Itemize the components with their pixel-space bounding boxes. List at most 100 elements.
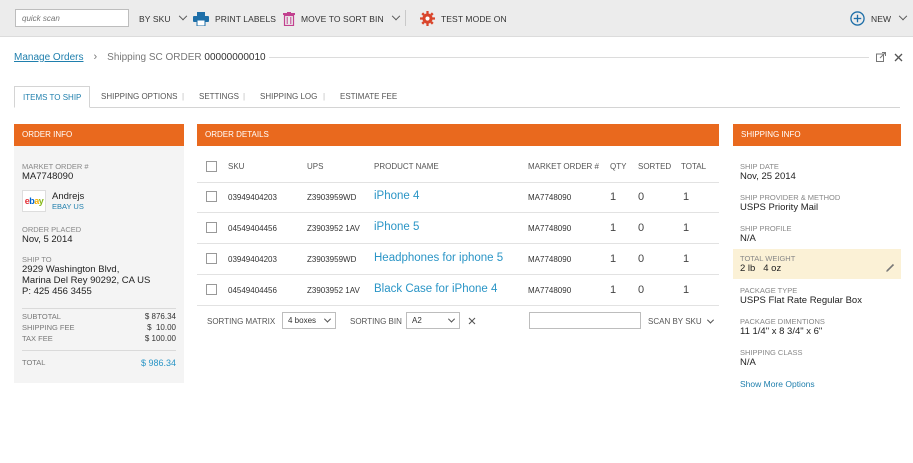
breadcrumb-manage-orders-link[interactable]: Manage Orders	[14, 52, 83, 63]
tax-fee-value: $ 100.00	[144, 334, 176, 343]
order-info-panel: ORDER INFO MARKET ORDER # MA7748090 ebay…	[14, 124, 184, 383]
by-sku-dropdown[interactable]: BY SKU	[139, 0, 187, 37]
edit-pencil-icon[interactable]	[886, 263, 895, 272]
breadcrumb-order-number: 00000000010	[204, 51, 266, 63]
breadcrumb-divider	[269, 57, 869, 58]
trash-bin-icon	[283, 11, 295, 26]
by-sku-label: BY SKU	[139, 13, 171, 24]
breadcrumb: Manage Orders › Shipping SC ORDER 000000…	[14, 51, 266, 63]
move-to-sort-bin-label: MOVE TO SORT BIN	[301, 13, 384, 24]
tax-fee-label: TAX FEE	[22, 334, 53, 343]
tab-separator: |	[182, 92, 185, 101]
move-to-sort-bin-button[interactable]: MOVE TO SORT BIN	[283, 0, 400, 37]
breadcrumb-chevron-right-icon: ›	[93, 51, 98, 63]
row-product-link[interactable]: Black Case for iPhone 4	[374, 283, 497, 295]
row-market-order: MA7748090	[528, 255, 572, 264]
row-sorted: 0	[638, 191, 645, 203]
scan-input[interactable]	[529, 312, 641, 329]
ship-to-block: SHIP TO 2929 Washington Blvd, Marina Del…	[22, 255, 150, 297]
top-toolbar: BY SKU PRINT LABELS MOVE TO SORT BIN	[0, 0, 913, 37]
select-all-checkbox[interactable]	[206, 161, 217, 172]
ship-to-line2: Marina Del Rey 90292, CA US	[22, 275, 151, 286]
tab-shipping-options[interactable]: SHIPPING OPTIONS	[101, 86, 177, 108]
ship-date-value: Nov, 25 2014	[740, 171, 796, 182]
row-total: 1	[683, 284, 690, 296]
tab-items-to-ship[interactable]: ITEMS TO SHIP	[14, 86, 91, 108]
channel-link[interactable]: EBAY US	[52, 202, 84, 211]
column-header-qty: QTY	[610, 162, 627, 171]
order-placed-value: Nov, 5 2014	[22, 234, 73, 245]
row-divider	[197, 305, 719, 306]
total-weight-value: 2 lb 4 oz	[740, 263, 782, 274]
sorting-matrix-label: SORTING MATRIX	[207, 317, 276, 326]
tab-settings[interactable]: SETTINGS	[199, 86, 239, 108]
total-value: $ 986.34	[140, 358, 176, 368]
row-divider	[197, 182, 719, 183]
order-info-title: ORDER INFO	[14, 124, 184, 146]
row-sorted: 0	[638, 222, 645, 234]
sorting-bin-select[interactable]: A2	[406, 312, 460, 329]
clear-bin-icon[interactable]	[468, 317, 476, 325]
quick-scan-input[interactable]	[15, 9, 129, 27]
shipping-fee-row: SHIPPING FEE $ 10.00	[22, 323, 176, 332]
row-divider	[197, 212, 719, 213]
new-label: NEW	[871, 13, 892, 24]
sorting-matrix-select[interactable]: 4 boxes	[282, 312, 336, 329]
test-mode-button[interactable]: TEST MODE ON	[420, 0, 507, 37]
tab-estimate-fee[interactable]: ESTIMATE FEE	[340, 86, 397, 108]
shipping-class-value: N/A	[740, 357, 756, 368]
row-divider	[197, 274, 719, 275]
ship-provider-value: USPS Priority Mail	[740, 202, 819, 213]
gear-icon	[420, 11, 435, 26]
row-checkbox[interactable]	[206, 284, 217, 295]
package-type-label: PACKAGE TYPE	[740, 286, 798, 295]
market-order-label: MARKET ORDER #	[22, 162, 89, 171]
row-sorted: 0	[638, 284, 645, 296]
row-market-order: MA7748090	[528, 193, 572, 202]
shipping-fee-label: SHIPPING FEE	[22, 323, 75, 332]
new-dropdown[interactable]: NEW	[850, 0, 908, 37]
shipping-class-label: SHIPPING CLASS	[740, 348, 803, 357]
row-total: 1	[683, 253, 690, 265]
row-checkbox[interactable]	[206, 222, 217, 233]
customer-block: ebay Andrejs EBAY US	[22, 190, 84, 212]
total-label: TOTAL	[22, 358, 46, 367]
row-product-link[interactable]: iPhone 4	[374, 190, 419, 202]
row-sku: 04549404456	[228, 224, 277, 233]
subtotal-row: SUBTOTAL $ 876.34	[22, 312, 176, 321]
ship-date-block: SHIP DATE Nov, 25 2014	[740, 162, 796, 182]
chevron-down-icon	[706, 316, 714, 324]
order-details-panel: ORDER DETAILS SKU UPS PRODUCT NAME MARKE…	[197, 124, 719, 342]
row-checkbox[interactable]	[206, 253, 217, 264]
row-sku: 03949404203	[228, 255, 277, 264]
order-placed-block: ORDER PLACED Nov, 5 2014	[22, 225, 81, 245]
ship-profile-value: N/A	[740, 233, 756, 244]
scan-by-label: SCAN BY SKU	[648, 317, 702, 326]
row-checkbox[interactable]	[206, 191, 217, 202]
show-more-options-link[interactable]: Show More Options	[740, 379, 815, 389]
row-product-link[interactable]: Headphones for iphone 5	[374, 252, 503, 264]
tab-separator: |	[243, 92, 246, 101]
tab-shipping-log[interactable]: SHIPPING LOG	[260, 86, 317, 108]
external-link-icon[interactable]	[876, 52, 886, 62]
tax-fee-row: TAX FEE $ 100.00	[22, 334, 176, 343]
print-labels-button[interactable]: PRINT LABELS	[193, 0, 276, 37]
close-icon[interactable]	[894, 53, 903, 62]
plus-circle-icon	[850, 11, 865, 26]
ship-to-line1: 2929 Washington Blvd,	[22, 264, 120, 275]
shipping-class-block: SHIPPING CLASS N/A	[740, 348, 803, 368]
toolbar-divider	[405, 10, 406, 26]
row-sorted: 0	[638, 253, 645, 265]
chevron-down-icon	[178, 11, 187, 20]
row-market-order: MA7748090	[528, 224, 572, 233]
tab-separator: |	[323, 92, 326, 101]
total-row: TOTAL $ 986.34	[22, 358, 176, 368]
row-total: 1	[683, 191, 690, 203]
column-header-market-order: MARKET ORDER #	[528, 162, 599, 171]
order-tabs: ITEMS TO SHIP SHIPPING OPTIONS | SETTING…	[14, 86, 900, 108]
chevron-down-icon	[323, 315, 332, 323]
breadcrumb-current: Shipping SC ORDER 00000000010	[107, 52, 265, 63]
totals-divider	[22, 308, 176, 309]
row-product-link[interactable]: iPhone 5	[374, 221, 419, 233]
scan-by-dropdown[interactable]: SCAN BY SKU	[648, 316, 714, 326]
